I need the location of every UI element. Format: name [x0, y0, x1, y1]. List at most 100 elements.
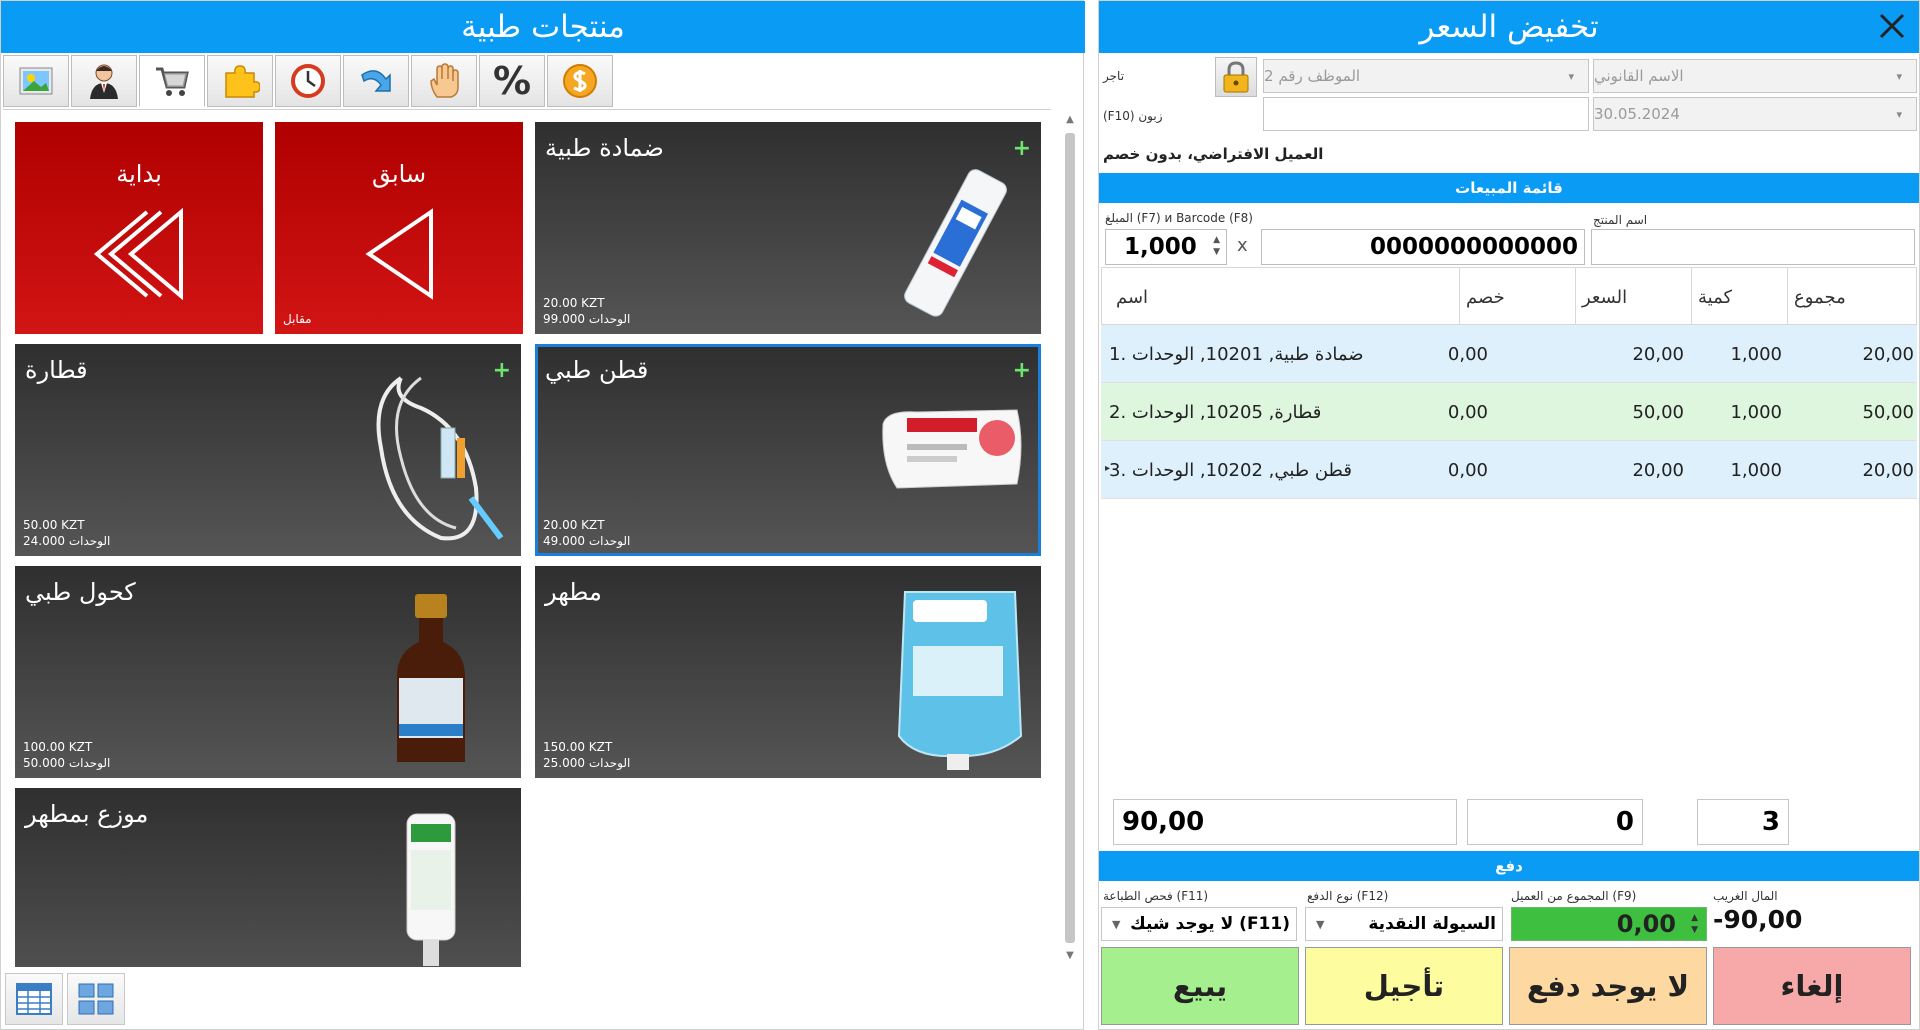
defer-button[interactable]: تأجيل — [1305, 947, 1503, 1025]
payment-title: دفع — [1099, 851, 1919, 881]
cell-price: 20,00 — [1632, 459, 1684, 481]
customer-field[interactable] — [1263, 97, 1589, 131]
tile-bandage-price: 20.00 KZT — [543, 296, 605, 310]
cell-total: 20,00 — [1862, 459, 1914, 481]
col-price[interactable]: السعر — [1575, 268, 1691, 326]
total-count: 3 — [1697, 799, 1789, 845]
table-row[interactable]: قطارة, 10205, الوحدات .2 0,00 50,00 1,000 50… — [1101, 383, 1917, 441]
hand-icon[interactable] — [411, 55, 477, 107]
table-row[interactable]: ضمادة طبية, 10201, الوحدات .1 0,00 20,00 1,… — [1101, 325, 1917, 383]
col-total[interactable]: مجموع — [1787, 268, 1918, 326]
percent-icon[interactable]: % — [479, 55, 545, 107]
legal-name-dropdown[interactable]: الاسم القانوني — [1593, 59, 1917, 93]
clock-icon[interactable] — [275, 55, 341, 107]
tile-dropper[interactable]: قطارة + 50.00 KZT 24.000 الوحدات — [15, 344, 521, 556]
cell-discount: 0,00 — [1447, 401, 1488, 423]
close-icon[interactable] — [1877, 11, 1907, 41]
date-dropdown[interactable]: 30.05.2024 — [1593, 97, 1917, 131]
employee-value: الموظف رقم 2 — [1264, 67, 1361, 85]
cancel-button[interactable]: إلغاء — [1713, 947, 1911, 1025]
spin-arrows-icon[interactable]: ▲ ▼ — [1691, 912, 1698, 936]
product-scrollbar[interactable]: ▲ ▼ — [1061, 111, 1079, 965]
col-name[interactable]: اسم — [1102, 268, 1459, 326]
table-row[interactable]: قطن طبي, 10202, الوحدات .3 0,00 20,00 1,000… — [1101, 441, 1917, 499]
tile-sanitizer[interactable]: مطهر 150.00 KZT 25.000 الوحدات — [535, 566, 1041, 778]
barcode-input[interactable]: 0000000000000 — [1261, 229, 1585, 265]
product-name-label: اسم المنتج — [1593, 213, 1648, 227]
tile-alcohol-name: كحول طبي — [25, 578, 136, 606]
grid-view-icon[interactable] — [67, 973, 125, 1025]
current-row-icon: ▸ — [1105, 463, 1111, 474]
product-grid: بداية سابق مقابل ضمادة طبية + 20.00 KZT … — [3, 109, 1051, 967]
sell-button[interactable]: يبيع — [1101, 947, 1299, 1025]
received-amount-input[interactable]: 0,00 ▲ ▼ — [1511, 907, 1707, 941]
no-payment-button[interactable]: لا يوجد دفع — [1509, 947, 1707, 1025]
tile-dispenser[interactable]: موزع بمطهر — [15, 788, 521, 967]
discount-title: تخفيض السعر — [1099, 1, 1919, 53]
scroll-down-icon[interactable]: ▼ — [1065, 951, 1075, 961]
tile-previous-label: سابق — [371, 160, 427, 188]
barcode-value: 0000000000000 — [1369, 234, 1578, 260]
toolbar: % — [3, 55, 615, 107]
tile-dropper-price: 50.00 KZT — [23, 518, 85, 532]
payment-type-dropdown[interactable]: السيولة النقدية ▼ — [1305, 907, 1503, 941]
total-sum: 90,00 — [1113, 799, 1457, 845]
spin-arrows-icon[interactable]: ▲ ▼ — [1213, 234, 1220, 258]
col-discount[interactable]: خصم — [1459, 268, 1575, 326]
cell-price: 20,00 — [1632, 343, 1684, 365]
person-icon[interactable] — [71, 55, 137, 107]
tile-start-label: بداية — [116, 160, 162, 188]
tile-alcohol[interactable]: كحول طبي 100.00 KZT 50.000 الوحدات — [15, 566, 521, 778]
dropper-image — [376, 376, 504, 541]
tile-sanitizer-price: 150.00 KZT — [543, 740, 613, 754]
cart-icon[interactable] — [139, 55, 205, 107]
redo-arrow-icon[interactable] — [343, 55, 409, 107]
photo-icon[interactable] — [3, 55, 69, 107]
cell-qty: 1,000 — [1730, 343, 1782, 365]
add-icon: + — [1012, 358, 1031, 383]
tile-bandage[interactable]: ضمادة طبية + 20.00 KZT 99.000 الوحدات — [535, 122, 1041, 334]
dispenser-bottle-image — [406, 813, 456, 966]
table-view-icon[interactable] — [5, 973, 63, 1025]
cell-discount: 0,00 — [1447, 343, 1488, 365]
tile-cotton[interactable]: قطن طبي + 20.00 KZT 49.000 الوحدات — [535, 344, 1041, 556]
tile-previous-sub: مقابل — [283, 312, 312, 326]
col-qty[interactable]: كمية — [1691, 268, 1787, 326]
table-header: اسم خصم السعر كمية مجموع — [1101, 267, 1918, 326]
alcohol-bottle-image — [397, 594, 465, 762]
scroll-up-icon[interactable]: ▲ — [1065, 115, 1075, 125]
cell-total: 50,00 — [1862, 401, 1914, 423]
cell-qty: 1,000 — [1730, 459, 1782, 481]
times-sign: x — [1237, 235, 1248, 256]
receipt-dropdown[interactable]: (F11) لا يوجد شيك ▼ — [1101, 907, 1297, 941]
tile-dispenser-name: موزع بمطهر — [25, 800, 149, 828]
cell-qty: 1,000 — [1730, 401, 1782, 423]
merchant-label: تاجر — [1103, 69, 1125, 83]
tile-bandage-units: 99.000 الوحدات — [543, 312, 631, 326]
payment-type-label: نوع الدفع (F12) — [1307, 889, 1389, 903]
change-label: المال الغريب — [1713, 889, 1778, 903]
puzzle-icon[interactable] — [207, 55, 273, 107]
payment-type-value: السيولة النقدية — [1368, 914, 1496, 934]
amount-label: المبلغ (F7) и Barcode (F8) — [1105, 211, 1253, 225]
total-sum-value: 90,00 — [1122, 807, 1205, 837]
product-name-input[interactable] — [1591, 229, 1915, 265]
tile-start[interactable]: بداية — [15, 122, 263, 334]
dollar-icon[interactable] — [547, 55, 613, 107]
cotton-image — [882, 409, 1022, 489]
tile-bandage-name: ضمادة طبية — [545, 134, 664, 162]
date-value: 30.05.2024 — [1594, 105, 1680, 123]
employee-dropdown[interactable]: الموظف رقم 2 — [1263, 59, 1589, 93]
tile-dropper-units: 24.000 الوحدات — [23, 534, 111, 548]
discount-panel: تخفيض السعر تاجر الموظف رقم 2 الاسم القا… — [1098, 0, 1920, 1030]
percent-label: % — [492, 59, 532, 103]
quantity-value: 1,000 — [1124, 234, 1197, 260]
double-chevron-left-icon — [93, 208, 183, 300]
lock-icon[interactable] — [1215, 57, 1257, 97]
quantity-stepper[interactable]: 1,000 ▲ ▼ — [1105, 229, 1227, 265]
tile-cotton-price: 20.00 KZT — [543, 518, 605, 532]
scroll-thumb[interactable] — [1065, 133, 1075, 943]
total-discount-value: 0 — [1615, 807, 1634, 837]
tile-previous[interactable]: سابق مقابل — [275, 122, 523, 334]
add-icon: + — [1012, 136, 1031, 161]
